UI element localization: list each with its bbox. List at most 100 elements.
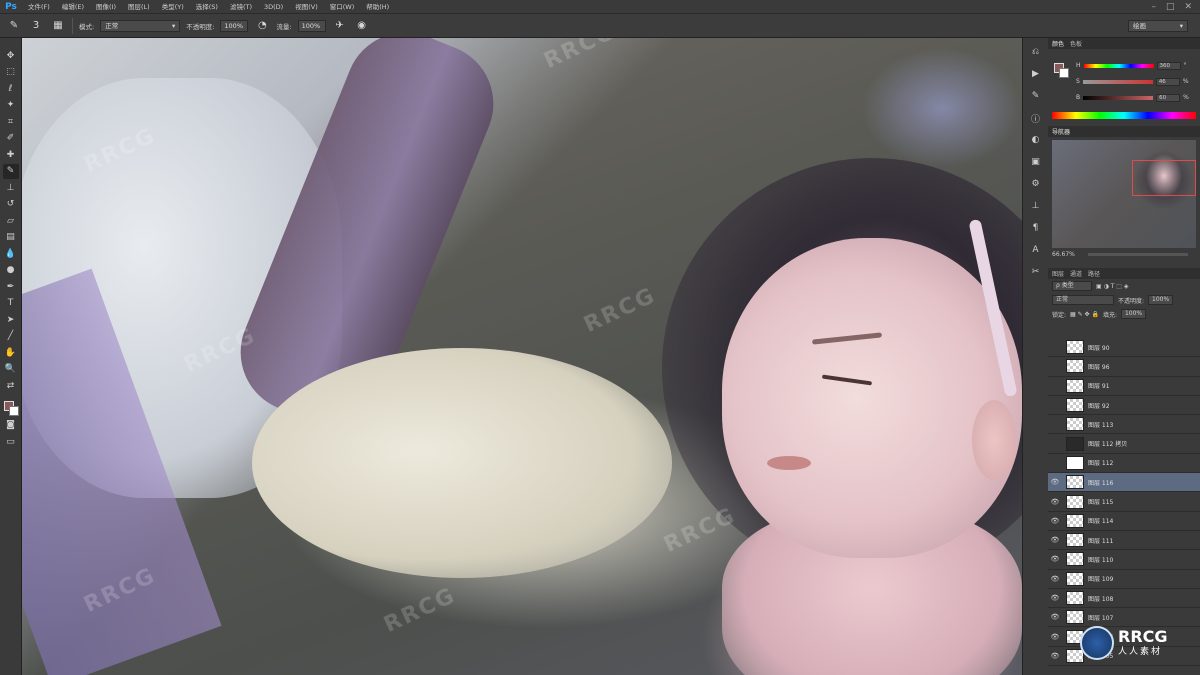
eraser-tool-icon[interactable]: ▱: [3, 213, 19, 229]
layer-name[interactable]: 图层 92: [1088, 401, 1110, 410]
visibility-eye-icon[interactable]: 👁: [1048, 555, 1062, 563]
menu-item[interactable]: 帮助(H): [360, 0, 395, 14]
layer-name[interactable]: 图层 90: [1088, 343, 1110, 352]
layer-name[interactable]: 图层 114: [1088, 516, 1113, 525]
blur-tool-icon[interactable]: 💧: [3, 246, 19, 262]
menu-item[interactable]: 选择(S): [190, 0, 224, 14]
info-icon[interactable]: ⓘ: [1028, 110, 1044, 126]
menu-item[interactable]: 滤镜(T): [224, 0, 258, 14]
layer-name[interactable]: 图层 111: [1088, 536, 1113, 545]
background-color-swatch[interactable]: [8, 405, 19, 416]
pen-tool-icon[interactable]: ✒: [3, 279, 19, 295]
visibility-eye-icon[interactable]: 👁: [1048, 517, 1062, 525]
layer-row[interactable]: 👁 图层 115: [1048, 492, 1200, 512]
tab-swatches[interactable]: 色板: [1070, 39, 1082, 48]
layer-row[interactable]: 图层 112: [1048, 454, 1200, 474]
paragraph-icon[interactable]: ¶: [1028, 220, 1044, 236]
brush-tool-icon[interactable]: ✎: [2, 163, 19, 179]
visibility-eye-icon[interactable]: 👁: [1048, 498, 1062, 506]
visibility-eye-icon[interactable]: 👁: [1048, 594, 1062, 602]
history-brush-tool-icon[interactable]: ↺: [3, 197, 19, 213]
visibility-eye-icon[interactable]: 👁: [1048, 652, 1062, 660]
layer-row[interactable]: 图层 113: [1048, 415, 1200, 435]
mode-select[interactable]: 正常 ▾: [100, 19, 181, 32]
layer-row[interactable]: 👁 图层 111: [1048, 531, 1200, 551]
layer-filter-select[interactable]: ρ 类型: [1052, 281, 1092, 291]
properties-icon[interactable]: ⚙: [1028, 176, 1044, 192]
character-icon[interactable]: A: [1028, 242, 1044, 258]
pressure-opacity-icon[interactable]: ◔: [254, 18, 270, 34]
layer-name[interactable]: 图层 115: [1088, 497, 1113, 506]
layer-row[interactable]: 👁 图层 109: [1048, 570, 1200, 589]
tab-paths[interactable]: 路径: [1088, 269, 1100, 278]
menu-item[interactable]: 视图(V): [289, 0, 324, 14]
lock-icons[interactable]: ▦ ✎ ✥ 🔒: [1070, 311, 1099, 318]
layer-name[interactable]: 图层 91: [1088, 381, 1110, 390]
saturation-value[interactable]: 46: [1155, 77, 1180, 86]
opacity-input[interactable]: 100%: [220, 19, 249, 32]
layer-name[interactable]: 图层 113: [1088, 420, 1113, 429]
brightness-slider[interactable]: [1083, 95, 1154, 100]
maximize-button[interactable]: □: [1166, 2, 1175, 12]
screen-mode-icon[interactable]: ▭: [3, 434, 19, 450]
navigator-zoom[interactable]: 66.67%: [1052, 251, 1075, 258]
navigator-thumbnail[interactable]: [1052, 140, 1196, 248]
quick-select-tool-icon[interactable]: ✦: [3, 98, 19, 114]
menu-item[interactable]: 图层(L): [122, 0, 156, 14]
visibility-eye-icon[interactable]: 👁: [1048, 613, 1062, 621]
background-color-swatch[interactable]: [1059, 68, 1069, 78]
dodge-tool-icon[interactable]: ●: [3, 263, 19, 279]
eyedropper-tool-icon[interactable]: ✐: [3, 131, 19, 147]
hand-tool-icon[interactable]: ✋: [3, 345, 19, 361]
type-tool-icon[interactable]: T: [3, 296, 19, 312]
menu-item[interactable]: 3D(D): [258, 0, 289, 14]
menu-item[interactable]: 类型(Y): [156, 0, 190, 14]
menu-item[interactable]: 图像(I): [90, 0, 122, 14]
crop-tool-icon[interactable]: ⌗: [3, 114, 19, 130]
visibility-eye-icon[interactable]: 👁: [1048, 575, 1062, 583]
hue-value[interactable]: 360: [1156, 61, 1181, 70]
minimize-button[interactable]: –: [1151, 2, 1156, 12]
layer-row[interactable]: 👁 图层 116: [1048, 473, 1200, 493]
brightness-value[interactable]: 60: [1156, 93, 1181, 102]
brush-panel-toggle-icon[interactable]: ▦: [50, 18, 66, 34]
move-tool-icon[interactable]: ✥: [3, 48, 19, 64]
tab-navigator[interactable]: 导航器: [1052, 127, 1070, 136]
actions-icon[interactable]: ▶: [1028, 66, 1044, 82]
layer-name[interactable]: 图层 96: [1088, 362, 1110, 371]
color-swatches[interactable]: [2, 399, 20, 417]
tool-presets-icon[interactable]: ✂: [1028, 264, 1044, 280]
history-icon[interactable]: ⎌: [1028, 44, 1044, 60]
layer-name[interactable]: 图层 108: [1088, 594, 1113, 603]
layer-row[interactable]: 图层 112 拷贝: [1048, 434, 1200, 454]
blend-mode-select[interactable]: 正常: [1052, 295, 1114, 305]
layer-name[interactable]: 图层 112 拷贝: [1088, 439, 1127, 448]
visibility-eye-icon[interactable]: 👁: [1048, 536, 1062, 544]
layer-row[interactable]: 图层 90: [1048, 338, 1200, 358]
line-tool-icon[interactable]: ╱: [3, 329, 19, 345]
brush-tool-preset-icon[interactable]: ✎: [6, 18, 22, 34]
tab-color[interactable]: 颜色: [1052, 39, 1064, 48]
layer-name[interactable]: 图层 116: [1088, 478, 1113, 487]
layer-row[interactable]: 图层 96: [1048, 357, 1200, 377]
layer-row[interactable]: 👁 图层 108: [1048, 589, 1200, 609]
pressure-size-icon[interactable]: ◉: [354, 18, 370, 34]
saturation-slider[interactable]: [1082, 79, 1153, 84]
color-spectrum-bar[interactable]: [1052, 112, 1196, 119]
menu-item[interactable]: 窗口(W): [324, 0, 361, 14]
layer-opacity-input[interactable]: 100%: [1148, 295, 1174, 305]
marquee-tool-icon[interactable]: ⬚: [3, 65, 19, 81]
layer-name[interactable]: 图层 112: [1088, 458, 1113, 467]
layer-row[interactable]: 图层 92: [1048, 396, 1200, 416]
gradient-tool-icon[interactable]: ▤: [3, 230, 19, 246]
lasso-tool-icon[interactable]: ℓ: [3, 81, 19, 97]
visibility-eye-icon[interactable]: 👁: [1048, 633, 1062, 641]
hue-slider[interactable]: [1083, 63, 1154, 68]
adjustments-icon[interactable]: ◐: [1028, 132, 1044, 148]
brush-presets-icon[interactable]: ✎: [1028, 88, 1044, 104]
workspace-select[interactable]: 绘画 ▾: [1128, 19, 1188, 32]
menu-item[interactable]: 编辑(E): [56, 0, 90, 14]
flow-input[interactable]: 100%: [297, 19, 326, 32]
navigator-view-rect[interactable]: [1132, 160, 1196, 196]
close-button[interactable]: ✕: [1184, 2, 1192, 12]
